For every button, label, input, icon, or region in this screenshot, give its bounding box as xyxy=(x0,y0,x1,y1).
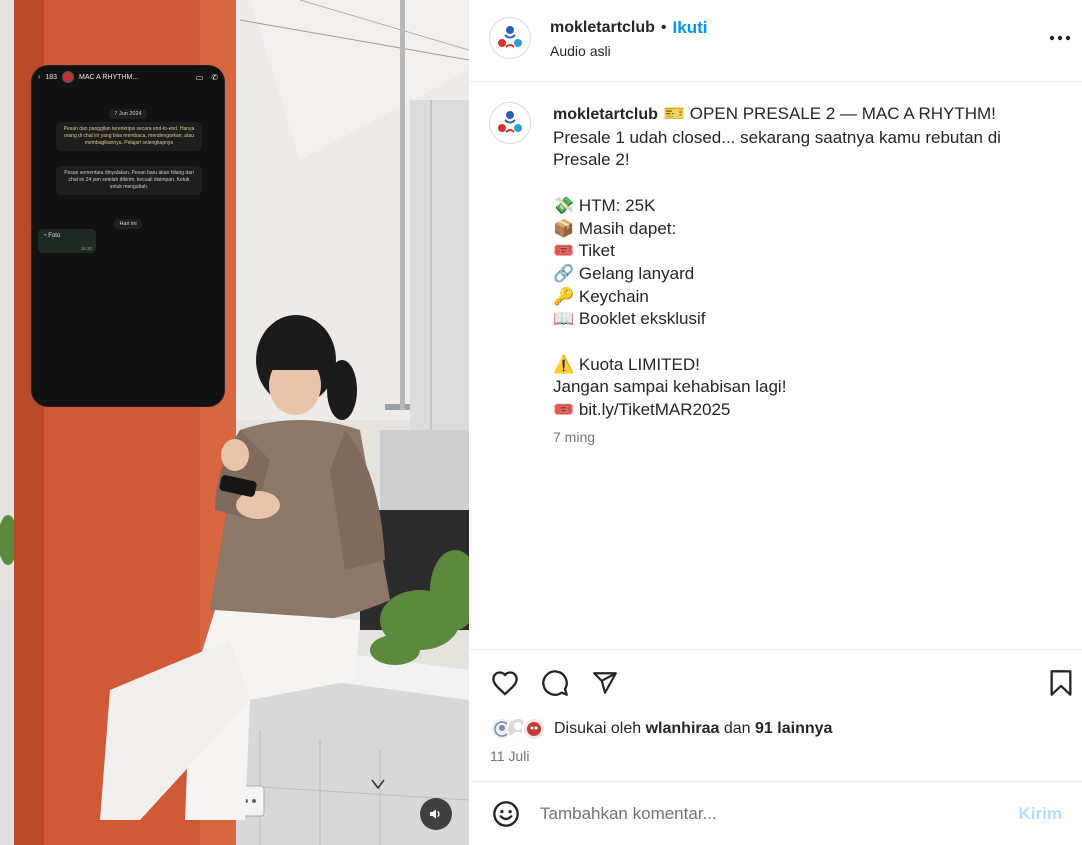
post-date[interactable]: 11 Juli xyxy=(490,748,529,764)
post-caption: mokletartclub 🎫 OPEN PRESALE 2 — MAC A RH… xyxy=(553,103,1053,422)
header-separator: • xyxy=(660,19,667,36)
save-button[interactable] xyxy=(1042,664,1080,702)
profile-avatar[interactable] xyxy=(489,17,531,59)
follow-button[interactable]: Ikuti xyxy=(673,18,708,38)
caption-line: Jangan sampai kehabisan lagi! xyxy=(553,377,787,397)
phone-date-chip: 7 Jun 2024 xyxy=(32,102,224,120)
phone-chat-title: MAC A RHYTHM... xyxy=(79,73,139,81)
view-once-icon: ◔ xyxy=(43,233,47,239)
caption-line: 📖 Booklet eksklusif xyxy=(553,309,706,329)
back-chevron-icon: ‹ xyxy=(38,73,41,81)
caption-line: 💸 HTM: 25K xyxy=(553,195,656,215)
caption-line: 📦 Masih dapet: xyxy=(553,218,677,238)
phone-screenshot: ‹ 183 MAC A RHYTHM... ▭ ✆ 7 Jun 2024 Pes… xyxy=(32,66,224,406)
mute-button[interactable] xyxy=(420,798,452,830)
actions-divider xyxy=(470,649,1082,650)
caption-line: 🔑 Keychain xyxy=(553,286,649,306)
header-divider xyxy=(470,81,1082,82)
post-media[interactable]: ‹ 183 MAC A RHYTHM... ▭ ✆ 7 Jun 2024 Pes… xyxy=(0,0,469,845)
encryption-notice: Pesan dan panggilan terenkripsi secara e… xyxy=(56,122,202,151)
comment-icon xyxy=(542,670,568,696)
audio-label[interactable]: Audio asli xyxy=(550,43,611,59)
like-button[interactable] xyxy=(486,664,524,702)
phone-chat-header: ‹ 183 MAC A RHYTHM... ▭ ✆ xyxy=(32,66,224,88)
heart-icon xyxy=(492,671,518,696)
phone-date-text: 7 Jun 2024 xyxy=(109,109,147,119)
phone-unread-count: 183 xyxy=(45,73,58,81)
liker-username[interactable]: wlanhiraa xyxy=(646,720,720,737)
phone-today-text: Hari ini xyxy=(114,219,142,229)
caption-link: 🎟️ bit.ly/TiketMAR2025 xyxy=(553,400,731,420)
send-comment-button[interactable]: Kirim xyxy=(1019,804,1062,824)
speaker-icon xyxy=(430,809,440,819)
caption-username[interactable]: mokletartclub xyxy=(553,106,658,123)
chat-bubble-label: Foto xyxy=(48,233,61,239)
post-actions xyxy=(470,664,1082,704)
caption-time-ago[interactable]: 7 ming xyxy=(553,429,595,445)
chat-avatar xyxy=(62,71,75,83)
caption-line: Presale 1 udah closed... sekarang saatny… xyxy=(553,127,1006,170)
likes-summary[interactable]: Disukai oleh wlanhiraa dan 91 lainnya xyxy=(490,717,832,741)
likes-prefix: Disukai oleh xyxy=(554,720,642,737)
club-logo-icon xyxy=(498,111,522,133)
likes-text: Disukai oleh wlanhiraa dan 91 lainnya xyxy=(554,720,832,738)
chat-bubble: ◔ Foto 16.20 xyxy=(38,229,96,253)
send-icon xyxy=(593,672,617,694)
likes-joiner: dan xyxy=(723,720,751,737)
caption-line: 🔗 Gelang lanyard xyxy=(553,263,695,283)
comment-button[interactable] xyxy=(536,664,574,702)
phone-today-chip: Hari ini xyxy=(32,212,224,230)
liker-avatar xyxy=(522,717,546,741)
caption-avatar[interactable] xyxy=(489,102,531,144)
caption-line: 🎫 OPEN PRESALE 2 — MAC A RHYTHM! xyxy=(663,104,996,123)
caption-line: 🎟️ Tiket xyxy=(553,241,615,261)
emoji-button[interactable] xyxy=(490,798,522,830)
more-horizontal-icon xyxy=(1049,35,1071,41)
post-details-panel: mokletartclub • Ikuti Audio asli mokleta… xyxy=(470,0,1082,845)
disappearing-notice: Pesan sementara dinyalakan. Pesan baru a… xyxy=(56,166,202,195)
liker-avatars xyxy=(490,717,546,741)
smiley-icon xyxy=(493,800,519,827)
phone-call-icon: ✆ xyxy=(211,72,218,82)
comment-bar: Kirim xyxy=(470,782,1082,845)
header-username[interactable]: mokletartclub xyxy=(550,19,655,37)
bookmark-icon xyxy=(1050,670,1072,696)
club-logo-icon xyxy=(498,26,522,48)
caption-line: ⚠️ Kuota LIMITED! xyxy=(553,354,700,374)
comment-input[interactable] xyxy=(540,803,1000,824)
more-options-button[interactable] xyxy=(1046,24,1074,52)
post-header: mokletartclub • Ikuti xyxy=(550,18,707,38)
video-call-icon: ▭ xyxy=(195,72,204,82)
likes-others-link[interactable]: 91 lainnya xyxy=(755,720,832,737)
share-button[interactable] xyxy=(586,664,624,702)
chat-bubble-time: 16.20 xyxy=(80,246,92,251)
